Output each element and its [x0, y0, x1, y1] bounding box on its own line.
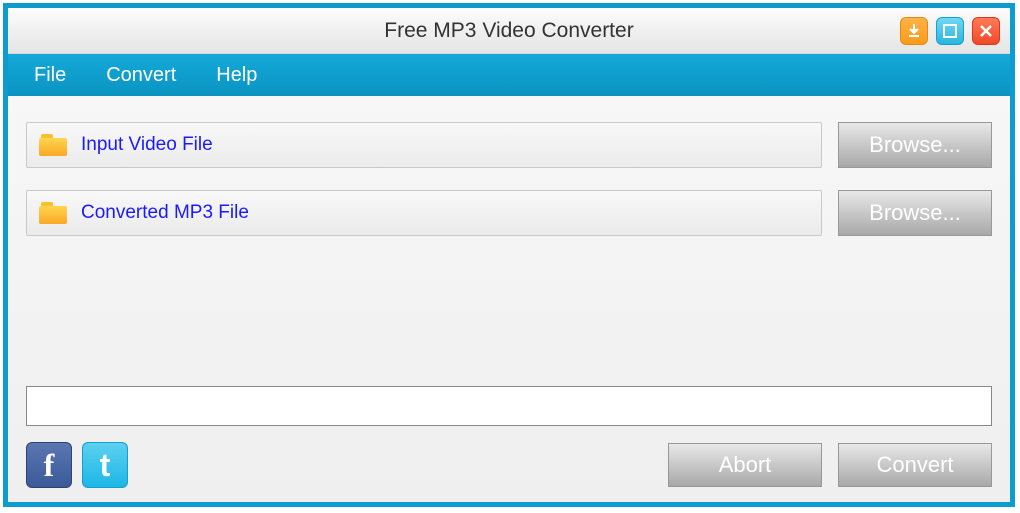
- menu-help[interactable]: Help: [196, 58, 277, 93]
- output-file-field[interactable]: Converted MP3 File: [26, 190, 822, 236]
- download-button[interactable]: [900, 17, 928, 45]
- close-icon: [979, 24, 993, 38]
- menu-convert[interactable]: Convert: [86, 58, 196, 93]
- close-button[interactable]: [972, 17, 1000, 45]
- action-buttons: Abort Convert: [668, 443, 992, 487]
- menu-file[interactable]: File: [14, 58, 86, 93]
- input-file-field[interactable]: Input Video File: [26, 122, 822, 168]
- abort-button[interactable]: Abort: [668, 443, 822, 487]
- browse-output-button[interactable]: Browse...: [838, 190, 992, 236]
- app-window: Free MP3 Video Converter File Convert He…: [3, 3, 1015, 507]
- maximize-icon: [943, 24, 957, 38]
- convert-button[interactable]: Convert: [838, 443, 992, 487]
- folder-icon: [39, 202, 67, 224]
- folder-icon: [39, 134, 67, 156]
- output-file-label: Converted MP3 File: [81, 202, 249, 224]
- download-icon: [906, 23, 922, 39]
- content-area: Input Video File Browse... Converted MP3…: [8, 96, 1010, 502]
- maximize-button[interactable]: [936, 17, 964, 45]
- titlebar: Free MP3 Video Converter: [8, 8, 1010, 54]
- input-file-label: Input Video File: [81, 134, 213, 156]
- bottom-area: f t Abort Convert: [26, 386, 992, 488]
- progress-bar: [26, 386, 992, 426]
- social-links: f t: [26, 442, 128, 488]
- output-file-row: Converted MP3 File Browse...: [26, 190, 992, 236]
- input-file-row: Input Video File Browse...: [26, 122, 992, 168]
- menubar: File Convert Help: [8, 54, 1010, 96]
- twitter-icon: t: [100, 447, 111, 484]
- facebook-icon: f: [44, 447, 55, 484]
- window-controls: [900, 17, 1000, 45]
- app-title: Free MP3 Video Converter: [8, 19, 1010, 43]
- browse-input-button[interactable]: Browse...: [838, 122, 992, 168]
- facebook-button[interactable]: f: [26, 442, 72, 488]
- bottom-row: f t Abort Convert: [26, 442, 992, 488]
- twitter-button[interactable]: t: [82, 442, 128, 488]
